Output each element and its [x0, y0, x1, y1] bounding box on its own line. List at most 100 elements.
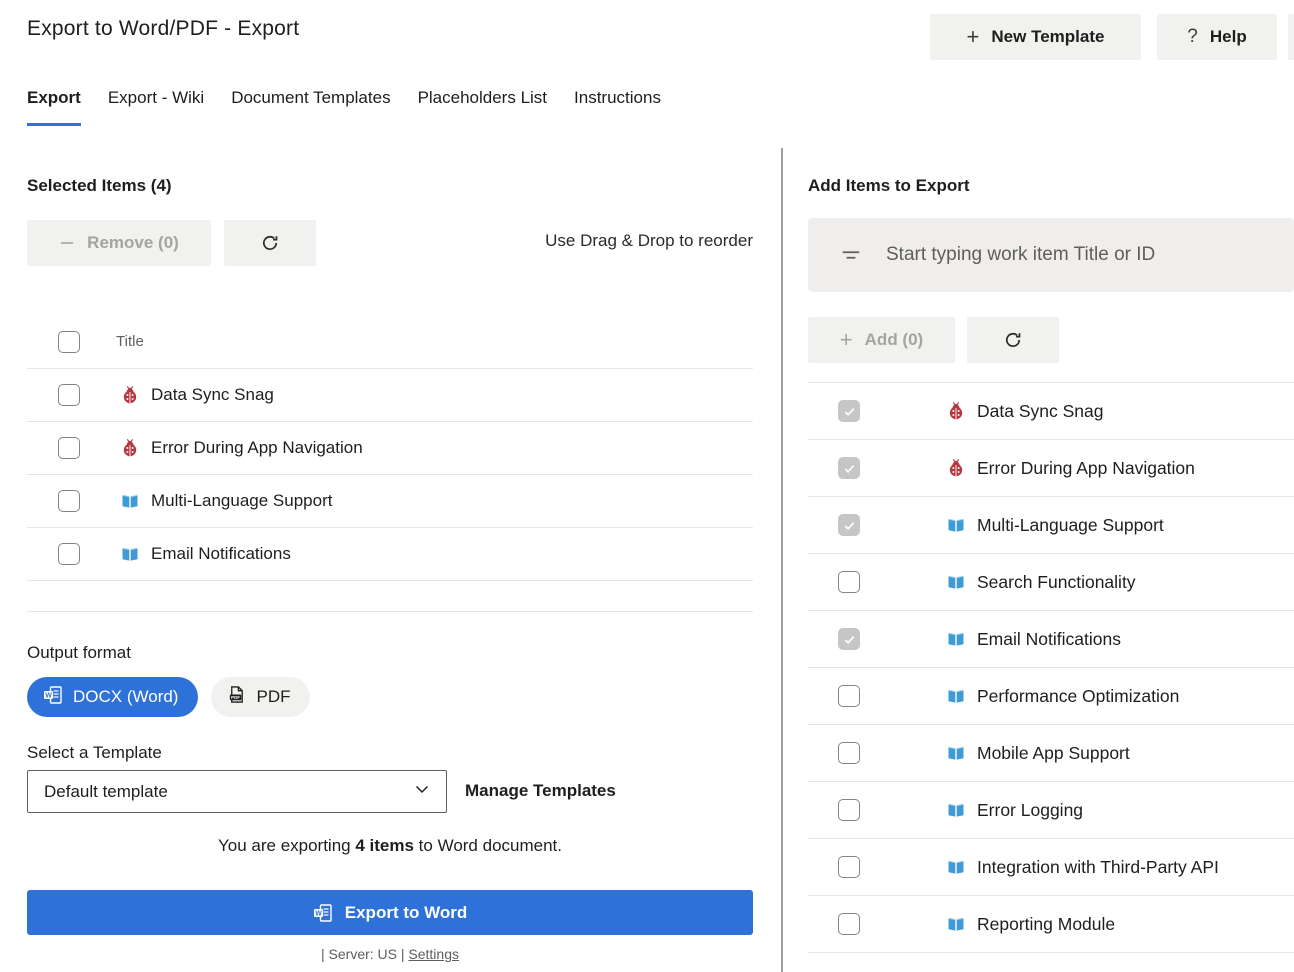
export-button-label: Export to Word — [345, 903, 467, 923]
work-item-title: Multi-Language Support — [151, 491, 332, 511]
backlog-item-icon — [946, 743, 966, 763]
format-pill-pdf[interactable]: PDF PDF — [211, 677, 310, 717]
tab-instructions[interactable]: Instructions — [574, 88, 661, 126]
search-input[interactable] — [886, 244, 1274, 266]
help-label: Help — [1210, 27, 1247, 47]
work-item-row[interactable]: Data Sync Snag — [808, 383, 1294, 440]
template-dropdown[interactable]: Default template — [27, 770, 447, 813]
work-item-title: Integration with Third-Party API — [977, 857, 1219, 878]
output-format-label: Output format — [27, 643, 131, 663]
add-items-heading: Add Items to Export — [808, 176, 970, 196]
row-checkbox[interactable] — [838, 913, 860, 935]
work-item-row[interactable]: Reporting Module — [808, 896, 1294, 953]
backlog-item-icon — [120, 491, 140, 511]
cutoff-button[interactable] — [1288, 14, 1294, 60]
work-item-row[interactable]: Multi-Language Support — [808, 497, 1294, 554]
question-mark-icon: ? — [1187, 26, 1198, 48]
tab-export[interactable]: Export — [27, 88, 81, 126]
export-to-word-button[interactable]: W Export to Word — [27, 890, 753, 935]
row-checkbox — [838, 457, 860, 479]
work-item-search-box — [808, 218, 1294, 292]
add-label: Add (0) — [865, 330, 924, 350]
add-button[interactable]: + Add (0) — [808, 317, 955, 363]
work-item-row[interactable]: Performance Optimization — [808, 668, 1294, 725]
work-item-row[interactable]: Mobile App Support — [808, 725, 1294, 782]
backlog-item-icon — [946, 572, 966, 592]
svg-text:W: W — [315, 910, 322, 917]
tab-label: Placeholders List — [418, 88, 547, 107]
work-item-title: Error Logging — [977, 800, 1083, 821]
work-item-title: Email Notifications — [977, 629, 1121, 650]
check-icon — [842, 632, 857, 647]
settings-link[interactable]: Settings — [408, 946, 459, 962]
tab-export-wiki[interactable]: Export - Wiki — [108, 88, 204, 126]
manage-templates-link[interactable]: Manage Templates — [465, 781, 616, 801]
check-icon — [842, 404, 857, 419]
pdf-file-icon: PDF — [227, 685, 246, 709]
export-summary: You are exporting 4 items to Word docume… — [27, 836, 753, 856]
backlog-item-icon — [946, 914, 966, 934]
backlog-item-icon — [946, 515, 966, 535]
drag-drop-hint: Use Drag & Drop to reorder — [27, 231, 753, 251]
word-document-icon: W — [313, 903, 333, 923]
format-pill-word[interactable]: W DOCX (Word) — [27, 677, 198, 717]
row-checkbox[interactable] — [58, 384, 80, 406]
work-item-row[interactable]: Email Notifications — [808, 611, 1294, 668]
row-checkbox[interactable] — [838, 685, 860, 707]
selected-items-list: Data Sync Snag Error During App Navigati… — [27, 368, 753, 581]
select-template-label: Select a Template — [27, 743, 162, 763]
work-item-title: Error During App Navigation — [977, 458, 1195, 479]
output-format-group: W DOCX (Word) PDF PDF — [27, 677, 310, 717]
page-title: Export to Word/PDF - Export — [27, 17, 299, 41]
chevron-down-icon — [414, 781, 430, 802]
tab-placeholders-list[interactable]: Placeholders List — [418, 88, 547, 126]
work-item-title: Search Functionality — [977, 572, 1136, 593]
format-label: DOCX (Word) — [73, 687, 178, 707]
work-item-title: Data Sync Snag — [151, 385, 274, 405]
bug-icon — [120, 385, 140, 405]
row-checkbox[interactable] — [838, 742, 860, 764]
title-column-header: Title — [116, 333, 144, 350]
export-summary-count: 4 items — [355, 836, 414, 855]
help-button[interactable]: ? Help — [1157, 14, 1277, 60]
work-item-title: Email Notifications — [151, 544, 291, 564]
plus-icon: + — [967, 26, 980, 48]
word-file-icon: W — [43, 685, 63, 710]
panel-divider — [781, 148, 783, 972]
work-item-title: Performance Optimization — [977, 686, 1179, 707]
server-footer: | Server: US | Settings — [27, 946, 753, 962]
bug-icon — [946, 458, 966, 478]
row-checkbox[interactable] — [58, 543, 80, 565]
new-template-label: New Template — [991, 27, 1104, 47]
new-template-button[interactable]: + New Template — [930, 14, 1141, 60]
work-item-title: Reporting Module — [977, 914, 1115, 935]
check-icon — [842, 518, 857, 533]
work-item-row[interactable]: Error Logging — [808, 782, 1294, 839]
refresh-icon — [1003, 330, 1023, 350]
tab-document-templates[interactable]: Document Templates — [231, 88, 390, 126]
work-item-row[interactable]: Data Sync Snag — [27, 369, 753, 422]
row-checkbox[interactable] — [58, 490, 80, 512]
filter-icon — [840, 244, 862, 266]
row-checkbox[interactable] — [58, 437, 80, 459]
format-label: PDF — [256, 687, 290, 707]
work-item-row[interactable]: Error During App Navigation — [808, 440, 1294, 497]
row-checkbox[interactable] — [838, 571, 860, 593]
refresh-available-button[interactable] — [967, 317, 1059, 363]
work-item-title: Mobile App Support — [977, 743, 1130, 764]
export-summary-prefix: You are exporting — [218, 836, 355, 855]
work-item-row[interactable]: Email Notifications — [27, 528, 753, 581]
selected-items-list-footer — [27, 580, 753, 612]
svg-text:W: W — [45, 692, 52, 699]
work-item-row[interactable]: Multi-Language Support — [27, 475, 753, 528]
check-icon — [842, 461, 857, 476]
select-all-checkbox[interactable] — [58, 331, 80, 353]
bug-icon — [120, 438, 140, 458]
tab-label: Export — [27, 88, 81, 107]
work-item-row[interactable]: Integration with Third-Party API — [808, 839, 1294, 896]
row-checkbox[interactable] — [838, 799, 860, 821]
work-item-row[interactable]: Error During App Navigation — [27, 422, 753, 475]
row-checkbox[interactable] — [838, 856, 860, 878]
svg-text:PDF: PDF — [232, 695, 241, 700]
work-item-row[interactable]: Search Functionality — [808, 554, 1294, 611]
